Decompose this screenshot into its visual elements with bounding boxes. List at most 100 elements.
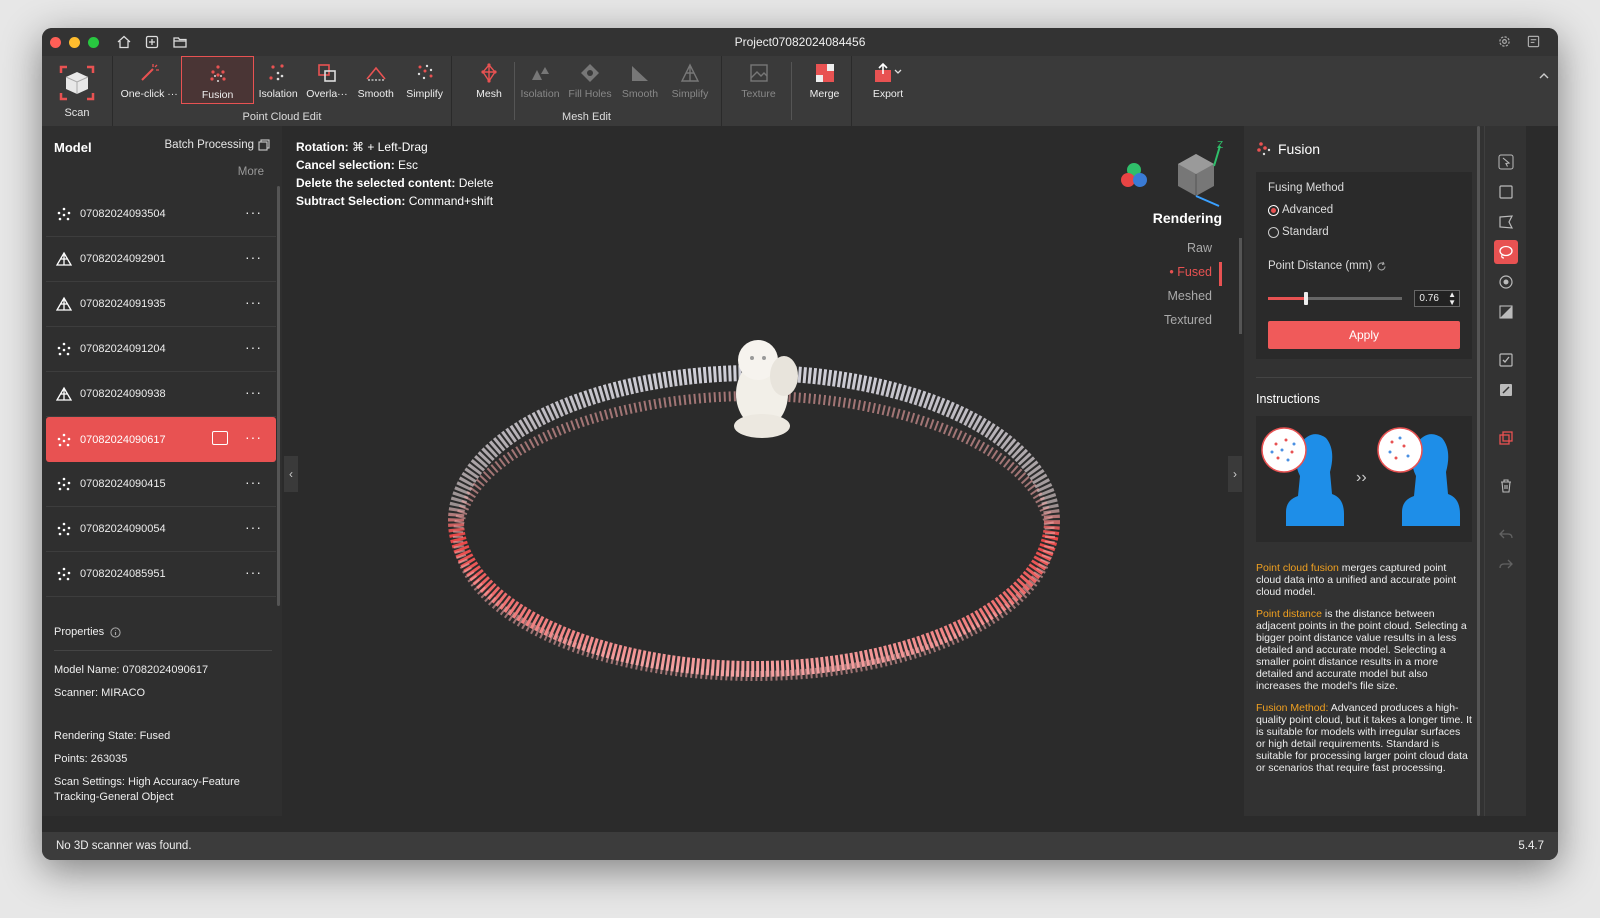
invert-selection-tool[interactable] <box>1494 378 1518 402</box>
instructions-text: Point cloud fusion merges captured point… <box>1244 542 1484 774</box>
rectangle-select-tool[interactable] <box>1494 180 1518 204</box>
more-options-icon[interactable]: ··· <box>245 474 262 490</box>
more-options-icon[interactable]: ··· <box>245 339 262 355</box>
mesh-isolation-icon <box>532 67 549 80</box>
smooth-button[interactable]: Smooth <box>351 56 400 106</box>
point-distance-stepper[interactable]: 0.76 ▲ ▼ <box>1414 290 1460 307</box>
pointer-select-tool[interactable] <box>1494 150 1518 174</box>
method-advanced-radio[interactable]: Advanced <box>1268 204 1460 216</box>
fusion-panel-title: Fusion <box>1278 141 1321 157</box>
feedback-icon[interactable] <box>1527 35 1540 48</box>
model-list-item[interactable]: 07082024091204 ··· <box>46 327 276 372</box>
model-name: 07082024093504 <box>80 208 166 220</box>
fill-holes-icon <box>581 64 599 82</box>
model-list-item[interactable]: 07082024093504 ··· <box>46 192 276 237</box>
model-list-item[interactable]: 07082024090938 ··· <box>46 372 276 417</box>
mesh-model-icon <box>56 296 72 311</box>
model-list-scrollbar[interactable] <box>277 186 280 606</box>
redo-icon <box>1498 559 1513 569</box>
bust-after <box>1377 427 1460 526</box>
merge-button[interactable]: Merge <box>800 56 849 106</box>
delete-tool[interactable] <box>1494 474 1518 498</box>
fusion-button[interactable]: Fusion <box>181 56 254 104</box>
status-message: No 3D scanner was found. <box>56 840 192 852</box>
more-options-icon[interactable]: ··· <box>245 519 262 535</box>
stepper-arrows-icon[interactable]: ▲ ▼ <box>1448 291 1456 307</box>
texture-button[interactable]: Texture <box>734 56 783 106</box>
merge-icon <box>815 64 834 82</box>
rendering-mode-fused[interactable]: • Fused <box>1153 260 1222 284</box>
mesh-isolation-button[interactable]: Isolation <box>515 56 565 106</box>
isolation-button[interactable]: Isolation <box>254 56 303 106</box>
polygon-select-tool[interactable] <box>1494 210 1518 234</box>
select-all-tool[interactable] <box>1494 348 1518 372</box>
mesh-button[interactable]: Mesh <box>464 56 514 106</box>
more-options-icon[interactable]: ··· <box>245 384 262 400</box>
simplify-button[interactable]: Simplify <box>400 56 449 106</box>
more-options-icon[interactable]: ··· <box>245 429 262 445</box>
fusion-panel-scrollbar[interactable] <box>1477 126 1480 816</box>
collapse-right-panel-button[interactable]: › <box>1228 456 1242 492</box>
point-cloud-render[interactable]: Z <box>284 126 1242 816</box>
more-options-icon[interactable]: ··· <box>245 249 262 265</box>
window-controls <box>50 36 99 48</box>
scan-button[interactable]: Scan <box>44 56 110 126</box>
batch-processing-button[interactable]: Batch Processing <box>165 139 271 151</box>
undo-tool[interactable] <box>1494 522 1518 546</box>
more-options-icon[interactable]: ··· <box>245 294 262 310</box>
scan-label: Scan <box>64 107 90 119</box>
minimize-window-button[interactable] <box>69 36 80 48</box>
brush-select-tool[interactable] <box>1494 270 1518 294</box>
fusion-panel: Fusion Fusing Method Advanced Standard P… <box>1244 126 1484 816</box>
model-list: 07082024093504 ··· 07082024092901 ··· 070820… <box>46 192 276 612</box>
zoom-window-button[interactable] <box>88 36 99 48</box>
method-standard-radio[interactable]: Standard <box>1268 226 1460 238</box>
fill-holes-button[interactable]: Fill Holes <box>565 56 615 106</box>
close-window-button[interactable] <box>50 36 61 48</box>
more-options-icon[interactable]: ··· <box>245 564 262 580</box>
model-list-item[interactable]: 07082024090054 ··· <box>46 507 276 552</box>
open-folder-icon[interactable] <box>173 35 187 49</box>
model-list-item[interactable]: 07082024090415 ··· <box>46 462 276 507</box>
model-list-item[interactable]: 07082024091935 ··· <box>46 282 276 327</box>
collapse-left-panel-button[interactable]: ‹ <box>284 456 298 492</box>
lasso-select-tool[interactable] <box>1493 240 1518 264</box>
point-distance-slider[interactable] <box>1268 292 1403 305</box>
home-icon[interactable] <box>117 35 131 49</box>
3d-viewport[interactable]: Z Rotation: ⌘ + Left-Drag Cancel selectio… <box>284 126 1242 816</box>
one-click-button[interactable]: One-click ··· <box>117 56 181 106</box>
settings-icon[interactable] <box>1498 35 1511 48</box>
model-list-item[interactable]: 07082024085951 ··· <box>46 552 276 597</box>
mesh-smooth-button[interactable]: Smooth <box>615 56 665 106</box>
info-icon[interactable] <box>110 626 121 638</box>
film-icon[interactable] <box>212 431 228 445</box>
mesh-smooth-icon <box>632 66 648 81</box>
copy-selection-tool[interactable] <box>1494 426 1518 450</box>
rendering-mode-raw[interactable]: Raw <box>1153 236 1222 260</box>
model-list-item[interactable]: 07082024090617 ··· <box>46 417 276 462</box>
prop-scan-settings: Scan Settings: High Accuracy-Feature Tra… <box>54 776 240 803</box>
model-panel: Model Batch Processing More 070820240935… <box>42 126 282 816</box>
model-name: 07082024092901 <box>80 253 166 265</box>
plane-cut-tool[interactable] <box>1494 300 1518 324</box>
more-options-icon[interactable]: ··· <box>245 204 262 220</box>
export-button[interactable]: Export <box>860 56 916 106</box>
prop-rendering-state: Rendering State: Fused <box>54 730 171 742</box>
model-name: 07082024085951 <box>80 568 166 580</box>
overlap-button[interactable]: Overla··· <box>303 56 352 106</box>
view-cube[interactable] <box>1178 145 1221 207</box>
slider-handle[interactable] <box>1303 292 1308 305</box>
reset-icon[interactable] <box>1376 261 1387 272</box>
new-project-icon[interactable] <box>145 35 159 49</box>
shortcut-hint: Cancel selection: Esc <box>296 158 419 172</box>
mesh-simplify-button[interactable]: Simplify <box>665 56 715 106</box>
apply-button[interactable]: Apply <box>1268 321 1460 349</box>
more-button[interactable]: More <box>238 166 264 178</box>
rendering-mode-meshed[interactable]: Meshed <box>1153 284 1222 308</box>
redo-tool[interactable] <box>1494 552 1518 576</box>
point-cloud-model-icon <box>57 342 71 356</box>
mesh-icon <box>481 63 497 83</box>
collapse-ribbon-icon[interactable] <box>1538 70 1550 82</box>
model-list-item[interactable]: 07082024092901 ··· <box>46 237 276 282</box>
rendering-mode-textured[interactable]: Textured <box>1153 308 1222 332</box>
